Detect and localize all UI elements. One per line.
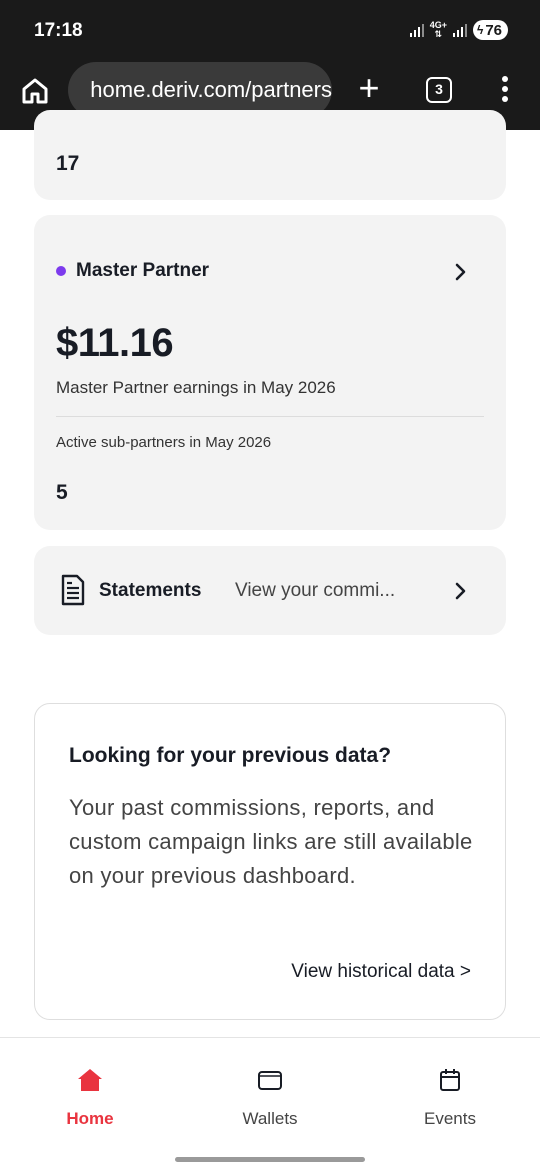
tab-switcher-button[interactable]: 3	[426, 77, 452, 103]
sub-partners-count: 5	[56, 481, 68, 504]
previous-data-body: Your past commissions, reports, and cust…	[69, 795, 473, 888]
home-icon	[22, 78, 48, 104]
master-partner-card[interactable]: Master Partner $11.16 Master Partner ear…	[34, 215, 506, 530]
url-text: home.deriv.com/partners	[90, 77, 332, 102]
battery-indicator: ϟ 76	[472, 20, 508, 40]
statements-title: Statements	[99, 580, 202, 601]
calendar-icon	[440, 1069, 460, 1091]
battery-level: 76	[485, 21, 502, 39]
view-historical-data-link[interactable]: View historical data >	[291, 961, 471, 983]
sub-partners-label: Active sub-partners in May 2026	[56, 434, 272, 451]
new-tab-button[interactable]: +	[354, 70, 384, 106]
chevron-right-icon[interactable]	[454, 262, 468, 282]
signal-icon-2	[452, 23, 467, 37]
nav-home[interactable]: Home	[0, 1038, 180, 1138]
document-icon	[61, 574, 85, 606]
nav-wallets-label: Wallets	[242, 1109, 298, 1128]
divider	[56, 416, 484, 417]
wallet-icon	[258, 1071, 282, 1090]
gesture-bar[interactable]	[175, 1157, 365, 1162]
nav-wallets[interactable]: Wallets	[180, 1038, 360, 1138]
nav-events-label: Events	[424, 1109, 476, 1128]
status-indicators: 4G+ ⇅ ϟ 76	[409, 20, 508, 40]
browser-home-button[interactable]	[20, 76, 50, 106]
status-dot	[56, 266, 66, 276]
earnings-amount: $11.16	[56, 321, 174, 365]
nav-home-label: Home	[66, 1109, 114, 1128]
signal-icon	[409, 23, 424, 37]
status-bar: 17:18 4G+ ⇅ ϟ 76	[0, 0, 540, 60]
nav-events[interactable]: Events	[360, 1038, 540, 1138]
master-partner-title: Master Partner	[76, 260, 210, 281]
browser-menu-button[interactable]	[498, 76, 512, 106]
summary-value: 17	[56, 152, 80, 175]
charging-icon: ϟ	[476, 23, 484, 37]
summary-card: 17	[34, 110, 506, 200]
earnings-label: Master Partner earnings in May 2026	[56, 378, 336, 397]
statements-description: View your commi...	[235, 580, 396, 601]
network-type: 4G+ ⇅	[429, 20, 447, 39]
bottom-navigation: Home Wallets Events	[0, 1037, 540, 1170]
previous-data-title: Looking for your previous data?	[69, 744, 392, 767]
previous-data-card: Looking for your previous data? Your pas…	[34, 703, 506, 1020]
home-icon	[78, 1069, 102, 1091]
status-time: 17:18	[34, 20, 83, 41]
chevron-right-icon[interactable]	[454, 581, 468, 601]
statements-card[interactable]: Statements View your commi...	[34, 546, 506, 635]
master-partner-header: Master Partner	[56, 260, 209, 282]
